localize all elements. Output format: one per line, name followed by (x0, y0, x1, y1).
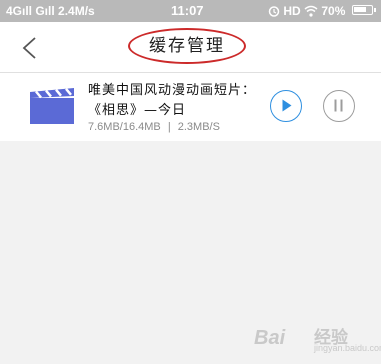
watermark-logo: Bai (254, 327, 306, 349)
download-progress: 7.6MB/16.4MB (88, 121, 161, 133)
play-icon (282, 99, 292, 112)
watermark-url: jingyan.baidu.com (314, 343, 381, 353)
battery-percent: 70% (321, 4, 346, 18)
download-meta: 7.6MB/16.4MB | 2.3MB/S (88, 121, 220, 133)
clock: 11:07 (171, 3, 204, 18)
page-title: 缓存管理 (149, 36, 225, 56)
battery-icon (352, 5, 376, 15)
meta-separator: | (167, 121, 171, 133)
pause-icon (334, 99, 343, 112)
status-icons: HD 70% (268, 4, 345, 18)
app-header: 缓存管理 (0, 22, 381, 73)
download-speed: 2.3MB/S (177, 121, 220, 133)
network-status: 4Gıll Gıll 2.4M/s (6, 4, 95, 18)
back-button[interactable] (20, 36, 40, 60)
play-button[interactable] (270, 90, 302, 122)
video-clapper-icon (30, 88, 74, 124)
wifi-icon (304, 5, 318, 17)
status-bar: 4Gıll Gıll 2.4M/s 11:07 HD 70% (0, 0, 381, 22)
download-title: 唯美中国风动漫动画短片：《相思》—今日 (88, 83, 257, 118)
back-arrow-icon (22, 37, 36, 59)
alarm-icon (268, 6, 280, 17)
hd-indicator: HD (283, 4, 301, 18)
pause-button[interactable] (323, 90, 355, 122)
baidu-jingyan-watermark: Bai 经验 jingyan.baidu.com (254, 319, 381, 355)
